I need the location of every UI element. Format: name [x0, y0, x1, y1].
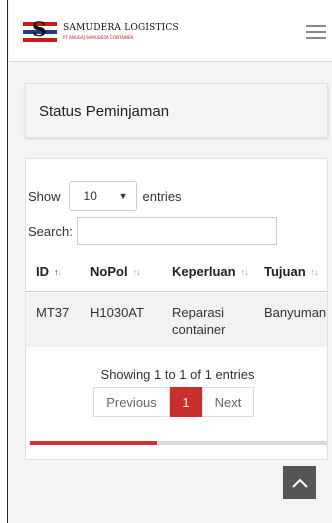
show-label: Show: [28, 188, 61, 204]
logo-letter: S: [32, 17, 47, 41]
hamburger-icon[interactable]: [306, 25, 326, 39]
entries-label: entries: [142, 188, 182, 204]
page-size-select[interactable]: 10 ▼: [68, 181, 137, 211]
sort-icon: ↑↓: [240, 266, 249, 277]
chevron-down-icon: ▼: [118, 191, 128, 201]
table-row: MT37 H1030AT Reparasi container Banyuman: [26, 293, 327, 347]
sort-asc-icon: ↑↓: [54, 266, 62, 277]
brand-name: SAMUDERA LOGISTICS: [63, 22, 179, 33]
column-header-nopol[interactable]: NoPol ↑↓: [80, 252, 162, 291]
next-page-button[interactable]: Next: [202, 387, 254, 417]
cell-keperluan: Reparasi container: [172, 305, 226, 337]
sort-icon: ↑↓: [132, 266, 141, 277]
scrollbar-thumb[interactable]: [30, 441, 157, 445]
page-title: Status Peminjaman: [39, 103, 170, 120]
table-header: ID ↑↓ NoPol ↑↓ Keperluan ↑↓ Tujuan ↑↓: [26, 252, 327, 292]
search-control: Search:: [28, 217, 277, 245]
brand-logo[interactable]: S SAMUDERA LOGISTICS PT ANUGAJ SAMUDERA …: [23, 17, 179, 42]
page-1-button[interactable]: 1: [170, 387, 202, 417]
site-header: S SAMUDERA LOGISTICS PT ANUGAJ SAMUDERA …: [9, 0, 332, 62]
search-input[interactable]: [76, 217, 277, 245]
page-size-control: Show 10 ▼ entries: [28, 181, 182, 211]
brand-subtitle: PT ANUGAJ SAMUDERA CONTAINER: [63, 34, 134, 40]
cell-id: MT37: [36, 305, 70, 320]
search-label: Search:: [28, 223, 73, 239]
status-card: Status Peminjaman: [25, 83, 328, 138]
column-header-keperluan[interactable]: Keperluan ↑↓: [162, 252, 254, 291]
cell-nopol: H1030AT: [90, 305, 144, 320]
logo-mark-icon: S: [23, 17, 57, 42]
pagination: Previous 1 Next: [93, 387, 254, 417]
sort-icon: ↑↓: [310, 266, 319, 277]
page-size-value: 10: [83, 189, 97, 203]
previous-page-button[interactable]: Previous: [93, 387, 170, 417]
left-frame-edge: [0, 0, 8, 523]
chevron-up-icon: [291, 478, 308, 488]
datatable-card: Show 10 ▼ entries Search: ID ↑↓ NoPol ↑↓…: [25, 158, 328, 460]
column-header-id[interactable]: ID ↑↓: [26, 252, 80, 291]
scroll-to-top-button[interactable]: [283, 466, 316, 499]
column-header-tujuan[interactable]: Tujuan ↑↓: [254, 252, 327, 291]
table-info: Showing 1 to 1 of 1 entries: [100, 367, 255, 382]
horizontal-scrollbar[interactable]: [30, 441, 327, 445]
cell-tujuan: Banyuman: [264, 305, 327, 320]
